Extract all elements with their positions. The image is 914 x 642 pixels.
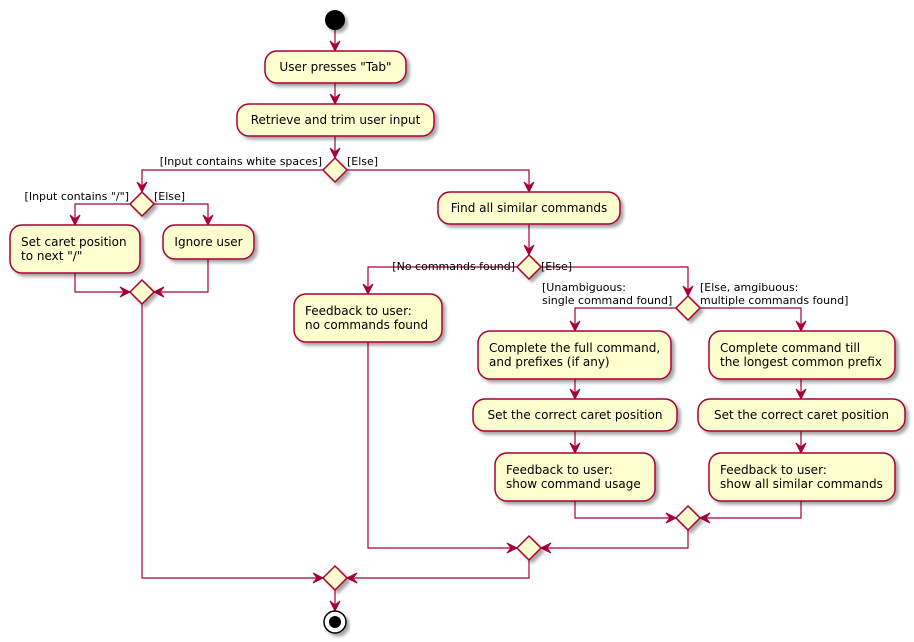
flow-edge [141,169,323,192]
activity-label: Find all similar commands [451,201,607,215]
activity-find-similar: Find all similar commands [437,191,621,225]
nodes: User presses "Tab" Retrieve and trim user… [9,10,906,634]
merge-commands-diamond [515,534,543,562]
activity-feedback-all-similar: Feedback to user:show all similar comman… [708,452,896,502]
activity-feedback-no-commands: Feedback to user:no commands found [293,293,443,343]
activity-label: Retrieve and trim user input [251,113,421,127]
activity-label: Complete the full command, [489,341,660,355]
guard-white-spaces: [Input contains white spaces] [160,155,322,168]
activity-label: show all similar commands [720,477,883,491]
activity-label: Feedback to user: [305,304,412,318]
activity-user-presses-tab: User presses "Tab" [264,50,407,84]
guard-no-commands: [No commands found] [392,260,515,273]
activity-label: Ignore user [174,235,242,249]
guard-unambiguous: single command found] [542,294,672,307]
guard-white-spaces-else: [Else] [347,155,378,168]
guard-no-commands-else: [Else] [541,260,572,273]
end-node [323,610,347,634]
activity-complete-full: Complete the full command,and prefixes (… [477,330,672,380]
guard-ambiguous: multiple commands found] [700,294,848,307]
activity-set-caret-correct-2: Set the correct caret position [697,398,906,432]
activity-label: Complete command till [720,341,860,355]
activity-label: and prefixes (if any) [489,355,610,369]
flow-edge [700,501,802,519]
decision-white-spaces-diamond [321,156,349,184]
merge-final-diamond [321,564,349,592]
decision-ambiguous-diamond [674,294,702,322]
flow-edge [541,530,689,549]
activity-label: Set the correct caret position [488,408,663,422]
flow-edge [347,560,530,579]
activity-label: Feedback to user: [720,463,827,477]
activity-complete-till-prefix: Complete command tillthe longest common … [708,330,896,380]
labels: [Input contains white spaces] [Else] [Inpu… [25,155,849,307]
flow-edge [574,307,676,331]
flow-edge [74,203,130,225]
decision-no-commands-diamond [515,253,543,281]
activity-retrieve-trim: Retrieve and trim user input [236,103,435,137]
flow-edge [141,304,323,579]
flow-edge [700,307,802,331]
merge-slash-diamond [128,278,156,306]
activity-label: the longest common prefix [720,355,882,369]
activity-label: to next "/" [21,249,82,263]
activity-label: Set caret position [21,235,127,249]
activity-label: show command usage [506,477,641,491]
flow-edge [574,501,676,519]
activity-label: no commands found [305,318,428,332]
start-node [325,10,345,30]
activity-label: Feedback to user: [506,463,613,477]
activity-set-caret-next-slash: Set caret positionto next "/" [9,224,141,274]
activity-label: User presses "Tab" [279,60,391,74]
flow-edge [154,259,209,293]
guard-ambiguous: [Else, amgibuous: [700,281,798,294]
flow-edge [154,203,209,225]
guard-unambiguous: [Unambiguous: [542,281,626,294]
guard-contains-slash: [Input contains "/"] [25,190,129,203]
activity-diagram: User presses "Tab" Retrieve and trim user… [9,10,906,634]
activity-feedback-usage: Feedback to user:show command usage [494,452,656,502]
activity-set-caret-correct-1: Set the correct caret position [472,398,678,432]
decision-contains-slash-diamond [128,190,156,218]
activity-ignore-user: Ignore user [162,224,255,260]
flow-edge [347,169,530,192]
merge-ambiguous-diamond [674,504,702,532]
guard-contains-slash-else: [Else] [154,190,185,203]
activity-label: Set the correct caret position [714,408,889,422]
